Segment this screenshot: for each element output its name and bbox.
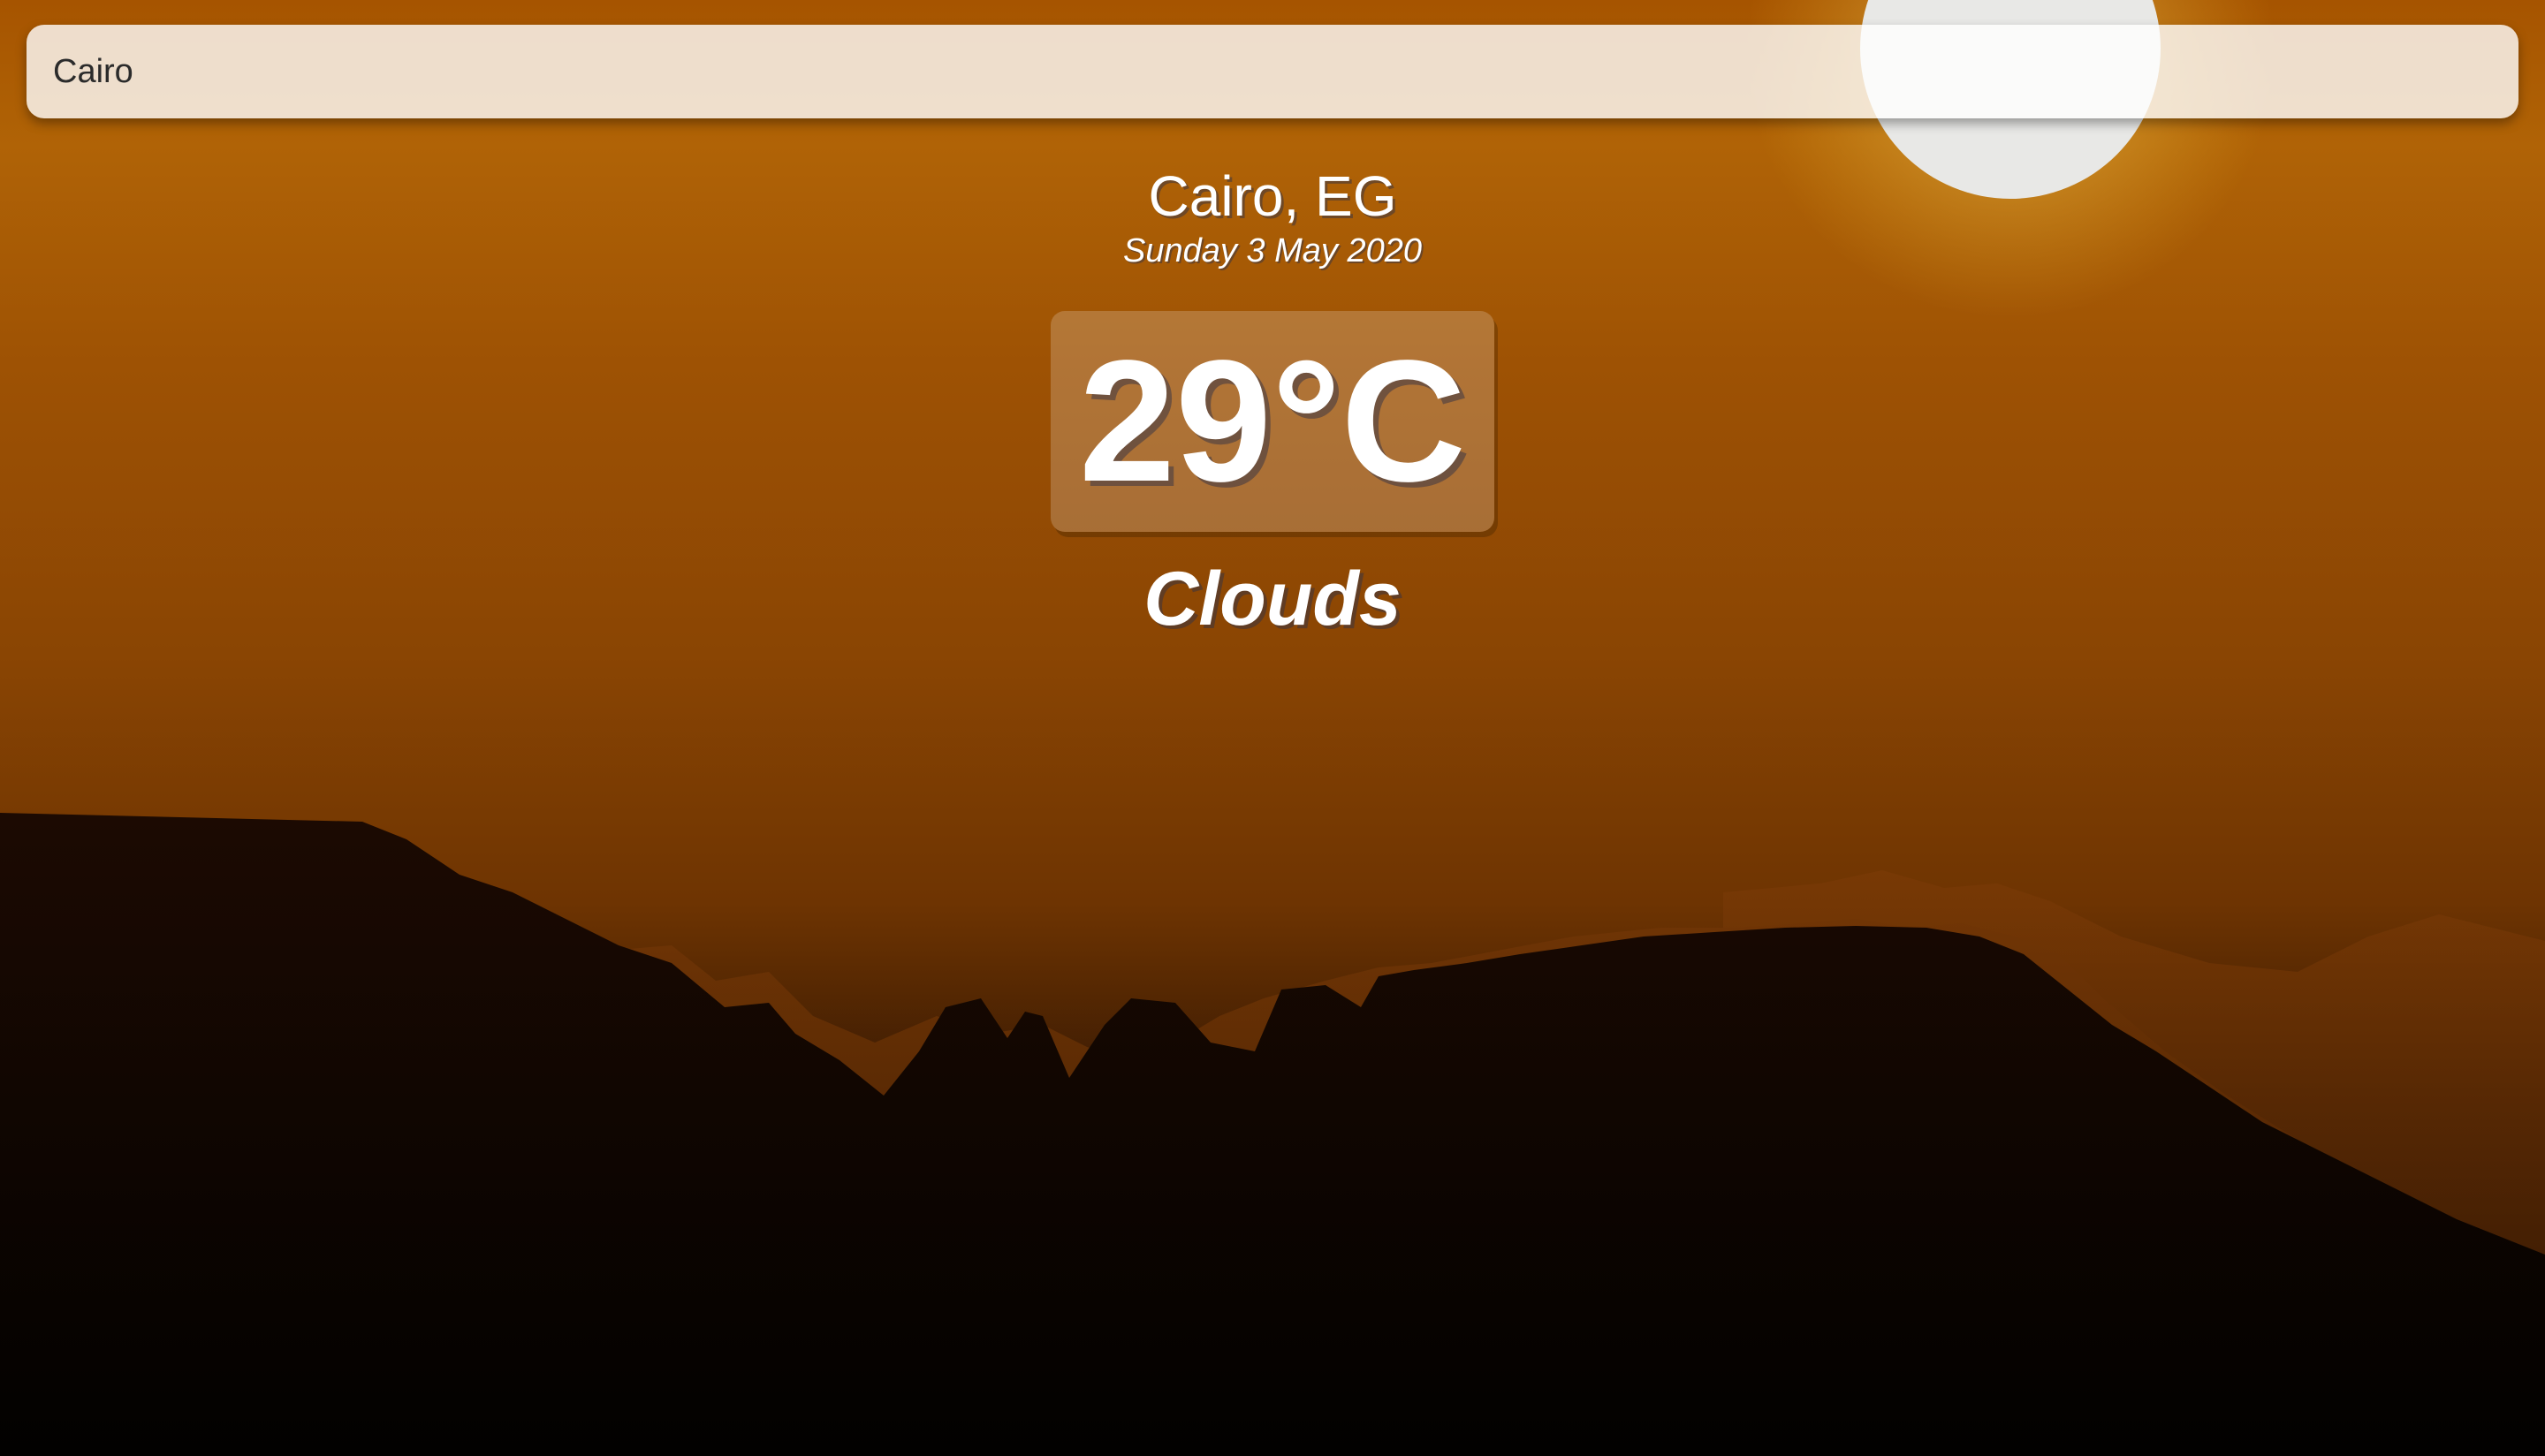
temperature-display: 29°C: [1051, 311, 1494, 532]
location-box: Cairo, EG Sunday 3 May 2020: [0, 161, 2545, 270]
weather-app: Cairo, EG Sunday 3 May 2020 29°C Clouds: [0, 0, 2545, 1456]
weather-condition: Clouds: [1143, 557, 1402, 641]
search-input[interactable]: [27, 25, 2518, 118]
location-name: Cairo, EG: [1148, 164, 1397, 228]
weather-box: 29°C Clouds: [0, 311, 2545, 643]
current-date: Sunday 3 May 2020: [1122, 232, 1422, 269]
dark-mountains: [0, 813, 2545, 1456]
